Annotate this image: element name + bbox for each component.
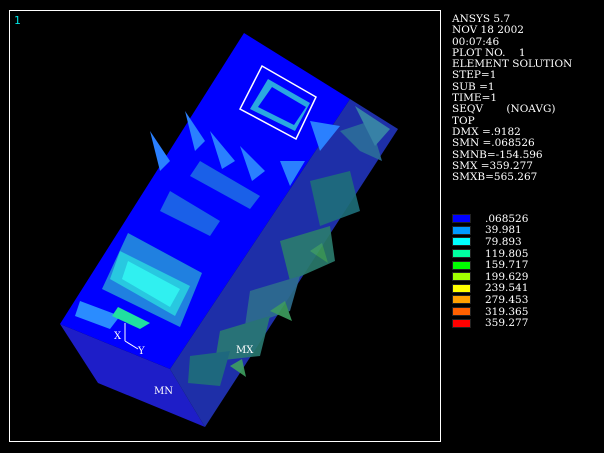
legend-value: 79.893 [485, 235, 522, 248]
info-line: NOV 18 2002 [452, 24, 524, 37]
plot-info-panel: ANSYS 5.7 NOV 18 2002 00:07:46 PLOT NO. 1 EL… [452, 13, 572, 184]
triad-y-label: Y [137, 346, 145, 357]
legend-value: 319.365 [485, 305, 529, 318]
contour-legend: .068526 39.981 79.893 119.805 159.717 199.629… [452, 213, 528, 329]
info-line: SMN =.068526 [452, 137, 535, 150]
max-marker-label: MX [236, 345, 254, 356]
legend-row: 199.629 [452, 271, 528, 283]
legend-value: .068526 [485, 212, 529, 225]
legend-swatch [452, 318, 471, 328]
legend-swatch [452, 272, 471, 282]
legend-value: 119.805 [485, 247, 529, 260]
legend-row: 159.717 [452, 259, 528, 271]
legend-row: 239.541 [452, 282, 529, 295]
triad-x-label: X [114, 331, 122, 342]
min-marker-label: MN [154, 386, 173, 397]
legend-row: 319.365 [452, 306, 528, 318]
info-line: SEQV (NOAVG) [452, 103, 556, 116]
legend-swatch [452, 237, 471, 247]
graphics-viewport[interactable]: 1 MX MN X Y [9, 10, 441, 442]
legend-swatch [452, 249, 471, 259]
legend-swatch [452, 295, 471, 305]
fea-model-plot: MX MN X Y [60, 33, 398, 427]
legend-value: 239.541 [485, 282, 529, 295]
legend-row: 79.893 [452, 236, 528, 248]
legend-swatch [452, 214, 471, 224]
legend-swatch [452, 283, 471, 293]
info-line: SMXB=565.267 [452, 171, 538, 184]
legend-row: 359.277 [452, 317, 528, 329]
legend-row: 39.981 [452, 224, 528, 237]
legend-swatch [452, 225, 471, 235]
legend-row: 119.805 [452, 248, 528, 260]
legend-row: 279.453 [452, 294, 528, 306]
legend-value: 279.453 [485, 293, 529, 306]
legend-value: 39.981 [485, 224, 522, 237]
legend-row: .068526 [452, 213, 528, 225]
legend-value: 159.717 [485, 259, 529, 272]
legend-swatch [452, 307, 471, 317]
legend-value: 359.277 [485, 317, 529, 330]
legend-swatch [452, 260, 471, 270]
legend-value: 199.629 [485, 270, 529, 283]
